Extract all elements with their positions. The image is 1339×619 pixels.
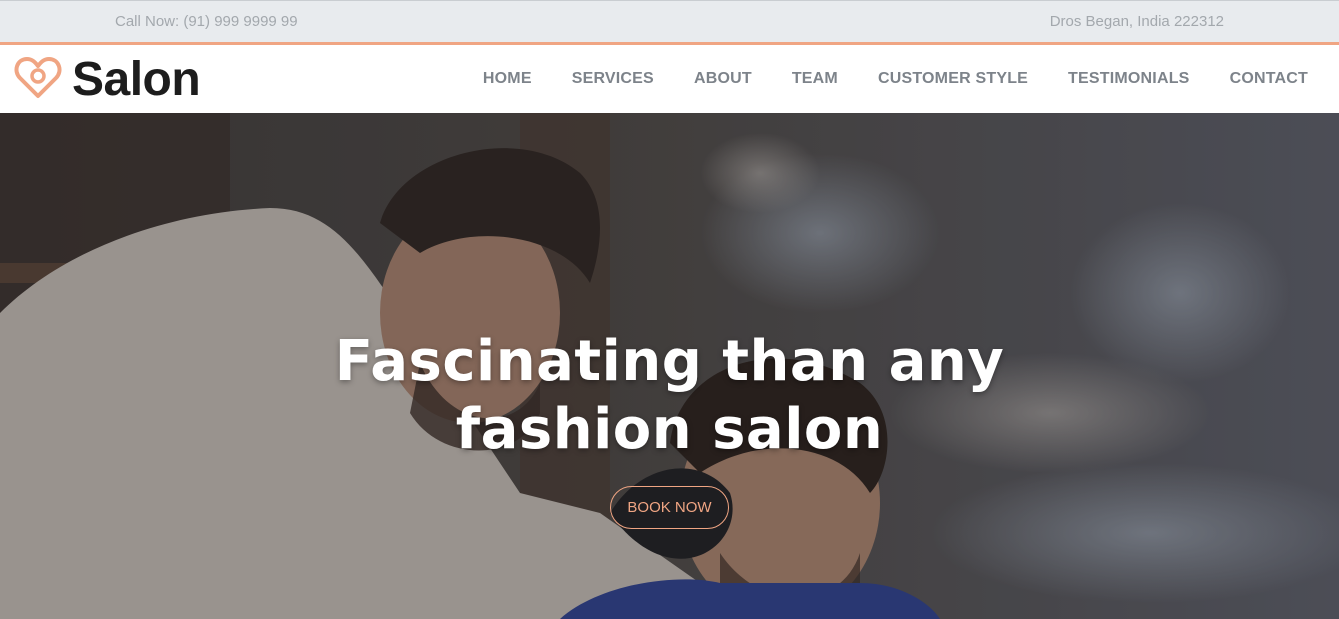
hero-headline: Fascinating than any fashion salon [0, 328, 1339, 464]
main-menu: HOME SERVICES ABOUT TEAM CUSTOMER STYLE … [483, 70, 1308, 88]
address-text: Dros Began, India 222312 [1049, 13, 1224, 30]
brand-logo[interactable]: Salon [14, 52, 201, 107]
hero-banner: Fascinating than any fashion salon BOOK … [0, 113, 1339, 619]
phone-text: Call Now: (91) 999 9999 99 [115, 13, 298, 30]
nav-team[interactable]: TEAM [792, 70, 838, 88]
nav-home[interactable]: HOME [483, 70, 532, 88]
heart-icon [14, 54, 62, 105]
hero-headline-line1: Fascinating than any [334, 329, 1005, 394]
nav-about[interactable]: ABOUT [694, 70, 752, 88]
nav-testimonials[interactable]: TESTIMONIALS [1068, 70, 1190, 88]
top-info-bar: Call Now: (91) 999 9999 99 Dros Began, I… [0, 0, 1339, 45]
nav-customer-style[interactable]: CUSTOMER STYLE [878, 70, 1028, 88]
nav-services[interactable]: SERVICES [572, 70, 654, 88]
main-navbar: Salon HOME SERVICES ABOUT TEAM CUSTOMER … [0, 45, 1339, 113]
nav-contact[interactable]: CONTACT [1230, 70, 1308, 88]
hero-content: Fascinating than any fashion salon BOOK … [0, 328, 1339, 529]
hero-headline-line2: fashion salon [455, 397, 884, 462]
brand-name: Salon [72, 52, 201, 106]
book-now-button[interactable]: BOOK NOW [610, 486, 729, 529]
